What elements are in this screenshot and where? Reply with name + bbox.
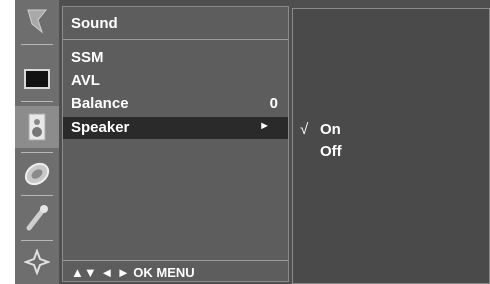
- submenu-option-on[interactable]: √ On: [293, 119, 489, 141]
- special-icon[interactable]: [15, 196, 59, 238]
- category-icon-bar: [15, 0, 59, 284]
- menu-item-avl[interactable]: AVL: [63, 70, 288, 92]
- menu-item-balance[interactable]: Balance 0: [63, 93, 288, 115]
- balance-value: 0: [269, 95, 278, 112]
- divider: [21, 101, 53, 102]
- option-label: Off: [320, 143, 342, 160]
- submenu-option-off[interactable]: Off: [293, 141, 489, 163]
- time-icon[interactable]: [15, 153, 59, 195]
- divider: [63, 39, 288, 40]
- menu-item-speaker[interactable]: Speaker ►: [63, 117, 288, 139]
- submenu-arrow-icon: ►: [259, 120, 270, 132]
- navigation-hint: ▲▼ ◄ ► OK MENU: [71, 265, 195, 280]
- sound-menu-panel: Sound SSM AVL Balance 0 Speaker ► ▲▼ ◄ ►…: [62, 6, 289, 282]
- checkmark-icon: √: [300, 121, 309, 138]
- menu-title: Sound: [71, 15, 118, 32]
- menu-item-label: Balance: [71, 95, 129, 112]
- setup-icon[interactable]: [15, 241, 59, 283]
- option-label: On: [320, 121, 341, 138]
- picture-icon[interactable]: [15, 0, 59, 42]
- screen-icon[interactable]: [15, 58, 59, 100]
- menu-item-label: AVL: [71, 72, 100, 89]
- sound-icon[interactable]: [15, 106, 59, 148]
- divider: [63, 260, 288, 261]
- menu-item-label: SSM: [71, 49, 104, 66]
- menu-item-label: Speaker: [71, 119, 130, 136]
- speaker-submenu-panel: √ On Off: [292, 8, 490, 284]
- divider: [21, 44, 53, 45]
- menu-item-ssm[interactable]: SSM: [63, 47, 288, 69]
